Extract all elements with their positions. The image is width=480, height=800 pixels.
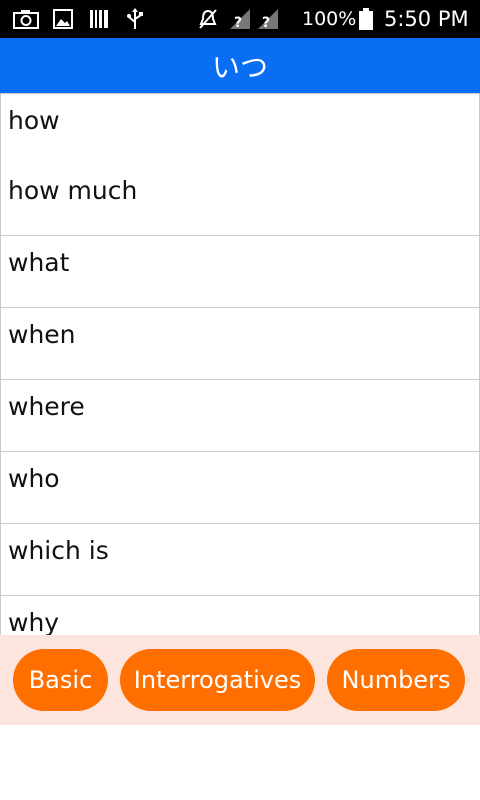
- usb-icon: [124, 8, 146, 30]
- list-item-label: what: [8, 248, 70, 277]
- list-item-label: how much: [8, 176, 138, 205]
- basic-button[interactable]: Basic: [13, 649, 108, 711]
- list-item-how[interactable]: how: [0, 93, 480, 165]
- list-item-what[interactable]: what: [0, 236, 480, 308]
- category-bar: Basic Interrogatives Numbers: [0, 635, 480, 725]
- word-list[interactable]: how how much what when where who which i…: [0, 93, 480, 635]
- list-item-where[interactable]: where: [0, 380, 480, 452]
- list-item-label: who: [8, 464, 60, 493]
- battery-icon: [358, 8, 374, 30]
- list-item-label: why: [8, 608, 60, 635]
- signal-unknown-icon: ?: [228, 8, 252, 30]
- list-item-how-much[interactable]: how much: [0, 164, 480, 236]
- svg-text:?: ?: [234, 15, 242, 30]
- numbers-button[interactable]: Numbers: [327, 649, 465, 711]
- svg-text:?: ?: [262, 15, 270, 30]
- list-item-why[interactable]: why: [0, 596, 480, 635]
- list-item-when[interactable]: when: [0, 308, 480, 380]
- page-title: いつ: [211, 50, 268, 84]
- page-title-bar: いつ: [0, 38, 480, 93]
- signal-unknown-icon: ?: [256, 8, 280, 30]
- list-item-label: when: [8, 320, 76, 349]
- clock: 5:50 PM: [384, 7, 469, 31]
- list-item-who[interactable]: who: [0, 452, 480, 524]
- list-item-label: which is: [8, 536, 109, 565]
- status-bar: ? ? 100% 5:50 PM: [0, 0, 480, 38]
- empty-area: [0, 725, 480, 800]
- battery-percent: 100%: [302, 8, 357, 30]
- interrogatives-button[interactable]: Interrogatives: [120, 649, 315, 711]
- list-item-label: how: [8, 106, 60, 135]
- barcode-icon: [88, 8, 110, 30]
- list-item-label: where: [8, 392, 85, 421]
- list-item-which-is[interactable]: which is: [0, 524, 480, 596]
- mute-icon: [196, 8, 220, 30]
- image-icon: [52, 8, 74, 30]
- camera-icon: [12, 8, 40, 30]
